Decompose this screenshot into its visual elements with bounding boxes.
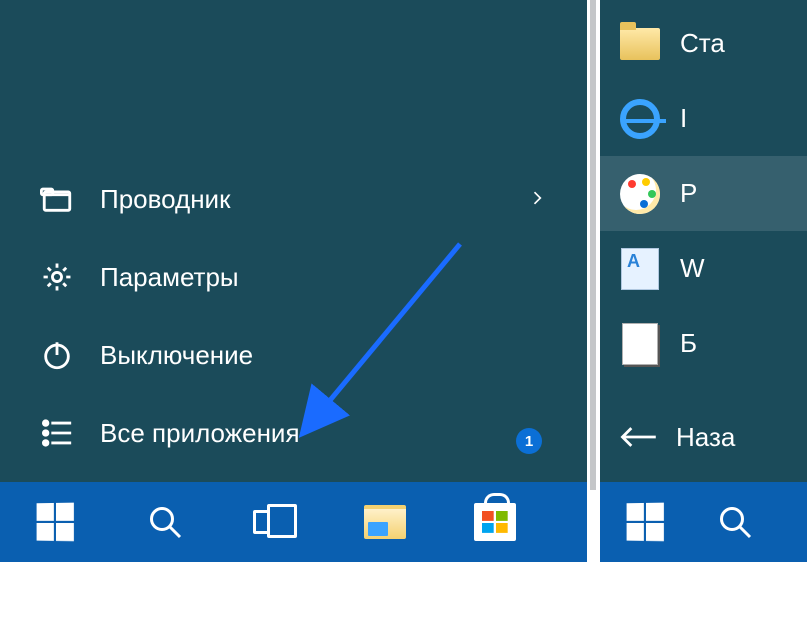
menu-item-label: Проводник	[100, 184, 230, 215]
menu-item-all-apps[interactable]: Все приложения	[0, 394, 587, 472]
store-icon	[474, 503, 516, 541]
start-button[interactable]	[0, 482, 110, 562]
paint-icon	[618, 172, 662, 216]
task-view-icon	[253, 504, 297, 540]
document-icon	[618, 322, 662, 366]
search-button[interactable]	[690, 482, 780, 562]
taskbar-file-explorer[interactable]	[330, 482, 440, 562]
app-item[interactable]: Б	[600, 306, 807, 381]
annotation-badge: 1	[516, 428, 542, 454]
taskbar-right	[600, 482, 807, 562]
back-button[interactable]: Наза	[600, 402, 807, 472]
internet-explorer-icon	[618, 97, 662, 141]
menu-item-power[interactable]: Выключение	[0, 316, 587, 394]
arrow-left-icon	[618, 422, 658, 452]
chevron-right-icon	[527, 184, 547, 215]
search-button[interactable]	[110, 482, 220, 562]
start-menu-item-list: Проводник Параметры Выключение	[0, 160, 587, 472]
app-item[interactable]: W	[600, 231, 807, 306]
back-label: Наза	[676, 422, 735, 453]
folder-icon	[618, 22, 662, 66]
start-button[interactable]	[600, 482, 690, 562]
app-item-selected[interactable]: P	[600, 156, 807, 231]
menu-item-label: Параметры	[100, 262, 239, 293]
search-icon	[147, 504, 183, 540]
app-item-label: P	[680, 178, 697, 209]
windows-logo-icon	[37, 503, 74, 542]
taskbar-left	[0, 482, 587, 562]
panel-divider	[590, 0, 596, 490]
wordpad-icon	[618, 247, 662, 291]
app-item[interactable]: Ста	[600, 6, 807, 81]
start-menu-right-panel: Ста I P W Б Наза	[600, 0, 807, 482]
app-item[interactable]: I	[600, 81, 807, 156]
menu-item-label: Выключение	[100, 340, 253, 371]
app-item-label: Ста	[680, 28, 725, 59]
windows-logo-icon	[627, 503, 664, 542]
menu-item-settings[interactable]: Параметры	[0, 238, 587, 316]
taskbar-store[interactable]	[440, 482, 550, 562]
app-item-label: Б	[680, 328, 697, 359]
gear-icon	[40, 260, 100, 294]
search-icon	[717, 504, 753, 540]
file-explorer-taskbar-icon	[364, 505, 406, 539]
power-icon	[40, 338, 100, 372]
all-apps-icon	[40, 416, 100, 450]
menu-item-label: Все приложения	[100, 418, 300, 449]
menu-item-file-explorer[interactable]: Проводник	[0, 160, 587, 238]
start-menu-left-panel: Проводник Параметры Выключение	[0, 0, 587, 482]
task-view-button[interactable]	[220, 482, 330, 562]
app-item-label: W	[680, 253, 705, 284]
app-item-label: I	[680, 103, 687, 134]
file-explorer-icon	[40, 182, 100, 216]
